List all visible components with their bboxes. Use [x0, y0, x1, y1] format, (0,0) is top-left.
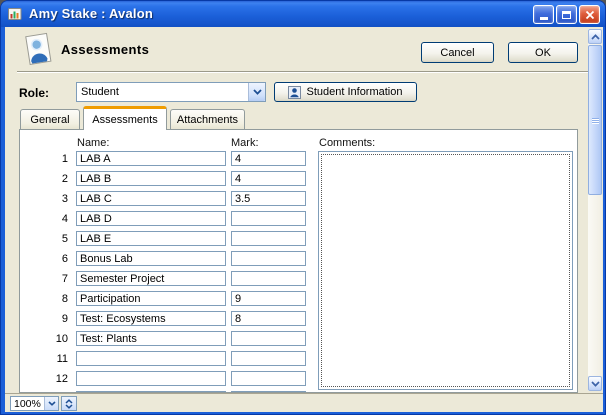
minimize-button[interactable] [533, 5, 554, 24]
table-row: 12 [20, 371, 320, 386]
titlebar[interactable]: Amy Stake : Avalon [1, 1, 605, 27]
table-row: 7 [20, 271, 320, 286]
name-input[interactable] [76, 151, 226, 166]
tab-general[interactable]: General [20, 109, 80, 129]
status-bar: 100% [5, 393, 603, 412]
maximize-button[interactable] [556, 5, 577, 24]
scroll-down-button[interactable] [588, 376, 602, 391]
chevron-down-icon[interactable] [248, 83, 265, 101]
student-information-button[interactable]: Student Information [274, 82, 417, 102]
minimize-icon [540, 17, 548, 20]
chevron-up-icon [591, 34, 600, 40]
row-number: 2 [20, 173, 68, 185]
row-number: 7 [20, 273, 68, 285]
row-number: 6 [20, 253, 68, 265]
name-input[interactable] [76, 231, 226, 246]
mark-input[interactable] [231, 191, 306, 206]
chevron-down-icon [591, 381, 600, 387]
app-icon [7, 6, 23, 22]
comments-textarea[interactable] [321, 154, 570, 387]
close-icon [585, 10, 595, 20]
mark-input[interactable] [231, 291, 306, 306]
mark-input[interactable] [231, 211, 306, 226]
table-row: 4 [20, 211, 320, 226]
tab-assessments[interactable]: Assessments [83, 106, 167, 130]
name-input[interactable] [76, 291, 226, 306]
dialog-window: Amy Stake : Avalon Assessments Cancel OK… [0, 0, 606, 415]
row-number: 1 [20, 153, 68, 165]
name-input[interactable] [76, 211, 226, 226]
table-row: 3 [20, 191, 320, 206]
row-number: 11 [20, 353, 68, 365]
name-input[interactable] [76, 371, 226, 386]
mark-input[interactable] [231, 331, 306, 346]
assessments-panel: Name: Mark: Comments: 1 2 3 4 [19, 129, 578, 393]
table-row: 8 [20, 291, 320, 306]
zoom-control[interactable]: 100% [10, 396, 59, 411]
scrollbar-thumb[interactable] [588, 45, 602, 195]
vertical-scrollbar[interactable] [588, 29, 602, 391]
table-row: 9 [20, 311, 320, 326]
mark-input[interactable] [231, 371, 306, 386]
window-controls [533, 5, 600, 24]
name-column-header: Name: [77, 137, 109, 149]
name-input[interactable] [76, 171, 226, 186]
mark-input[interactable] [231, 171, 306, 186]
name-input[interactable] [76, 331, 226, 346]
scroll-up-button[interactable] [588, 29, 602, 44]
role-select[interactable]: Student [76, 82, 266, 102]
mark-input[interactable] [231, 151, 306, 166]
zoom-level: 100% [11, 398, 44, 410]
zoom-stepper[interactable] [61, 396, 77, 411]
thumb-grip-icon [592, 118, 599, 119]
name-input[interactable] [76, 271, 226, 286]
tab-attachments[interactable]: Attachments [170, 109, 245, 129]
assessment-rows: 1 2 3 4 5 [20, 151, 320, 393]
row-number: 8 [20, 293, 68, 305]
ok-button[interactable]: OK [508, 42, 578, 63]
close-button[interactable] [579, 5, 600, 24]
student-information-label: Student Information [306, 86, 402, 98]
name-input[interactable] [76, 311, 226, 326]
comments-box [318, 151, 573, 390]
table-row: 1 [20, 151, 320, 166]
role-label: Role: [19, 86, 49, 100]
table-row: 6 [20, 251, 320, 266]
header-separator [17, 71, 593, 73]
comments-label: Comments: [319, 137, 375, 149]
role-selected-value: Student [77, 86, 248, 98]
row-number: 4 [20, 213, 68, 225]
window-title: Amy Stake : Avalon [29, 6, 153, 21]
thumb-grip-icon [592, 122, 599, 123]
mark-input[interactable] [231, 231, 306, 246]
person-icon [288, 86, 301, 99]
table-row: 5 [20, 231, 320, 246]
row-number: 12 [20, 373, 68, 385]
name-input[interactable] [76, 191, 226, 206]
table-row: 2 [20, 171, 320, 186]
zoom-menu-chevron-icon[interactable] [44, 397, 58, 410]
maximize-icon [562, 11, 571, 19]
assessments-person-card-icon [22, 32, 54, 68]
mark-input[interactable] [231, 271, 306, 286]
table-row: 11 [20, 351, 320, 366]
row-number: 5 [20, 233, 68, 245]
name-input[interactable] [76, 251, 226, 266]
thumb-grip-icon [592, 120, 599, 121]
mark-column-header: Mark: [231, 137, 259, 149]
chevron-down-icon [65, 404, 73, 409]
name-input[interactable] [76, 351, 226, 366]
row-number: 10 [20, 333, 68, 345]
cancel-button[interactable]: Cancel [421, 42, 494, 63]
page-title: Assessments [61, 42, 149, 57]
table-row: 10 [20, 331, 320, 346]
mark-input[interactable] [231, 251, 306, 266]
mark-input[interactable] [231, 311, 306, 326]
row-number: 9 [20, 313, 68, 325]
row-number: 3 [20, 193, 68, 205]
mark-input[interactable] [231, 351, 306, 366]
